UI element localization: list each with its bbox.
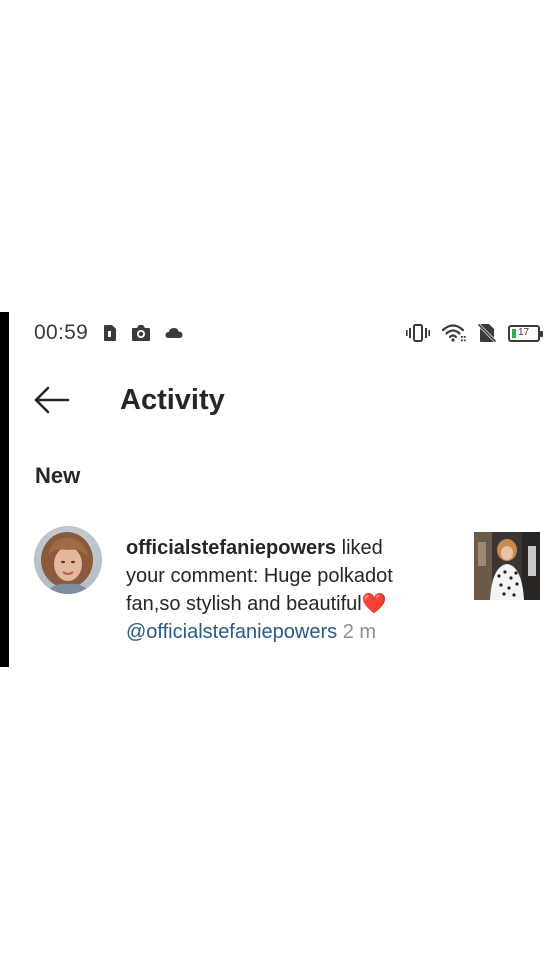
- vibrate-icon: [406, 324, 430, 342]
- status-left-group: 00:59: [34, 321, 183, 345]
- arrow-left-icon: [34, 386, 70, 414]
- heart-emoji-icon: ❤️: [361, 593, 387, 615]
- activity-username[interactable]: officialstefaniepowers: [126, 537, 336, 559]
- left-edge-bar: [0, 312, 9, 667]
- header: Activity: [34, 378, 225, 422]
- status-right-group: 17: [406, 323, 543, 343]
- cloud-icon: [165, 326, 183, 340]
- post-thumbnail[interactable]: [474, 532, 540, 600]
- page-title: Activity: [120, 383, 225, 416]
- camera-icon: [131, 324, 151, 342]
- battery-charge-indicator: [512, 328, 516, 338]
- status-bar: 00:59 17: [34, 318, 543, 348]
- activity-timestamp: 2 m: [342, 621, 377, 643]
- avatar[interactable]: [34, 526, 102, 594]
- no-sim-icon: [478, 323, 496, 343]
- status-time: 00:59: [34, 321, 89, 344]
- activity-text: officialstefaniepowers liked your commen…: [126, 534, 426, 646]
- battery-level: 17: [518, 327, 530, 338]
- section-title-new: New: [35, 463, 81, 488]
- activity-screen: 00:59 17 Activity New officialstefaniepo…: [0, 0, 552, 980]
- activity-item[interactable]: officialstefaniepowers liked your commen…: [34, 526, 540, 646]
- sim-card-icon: [102, 324, 117, 342]
- battery-icon: 17: [508, 324, 543, 342]
- back-button[interactable]: [32, 380, 72, 420]
- activity-mention[interactable]: @officialstefaniepowers: [126, 621, 337, 643]
- wifi-icon: [442, 323, 466, 343]
